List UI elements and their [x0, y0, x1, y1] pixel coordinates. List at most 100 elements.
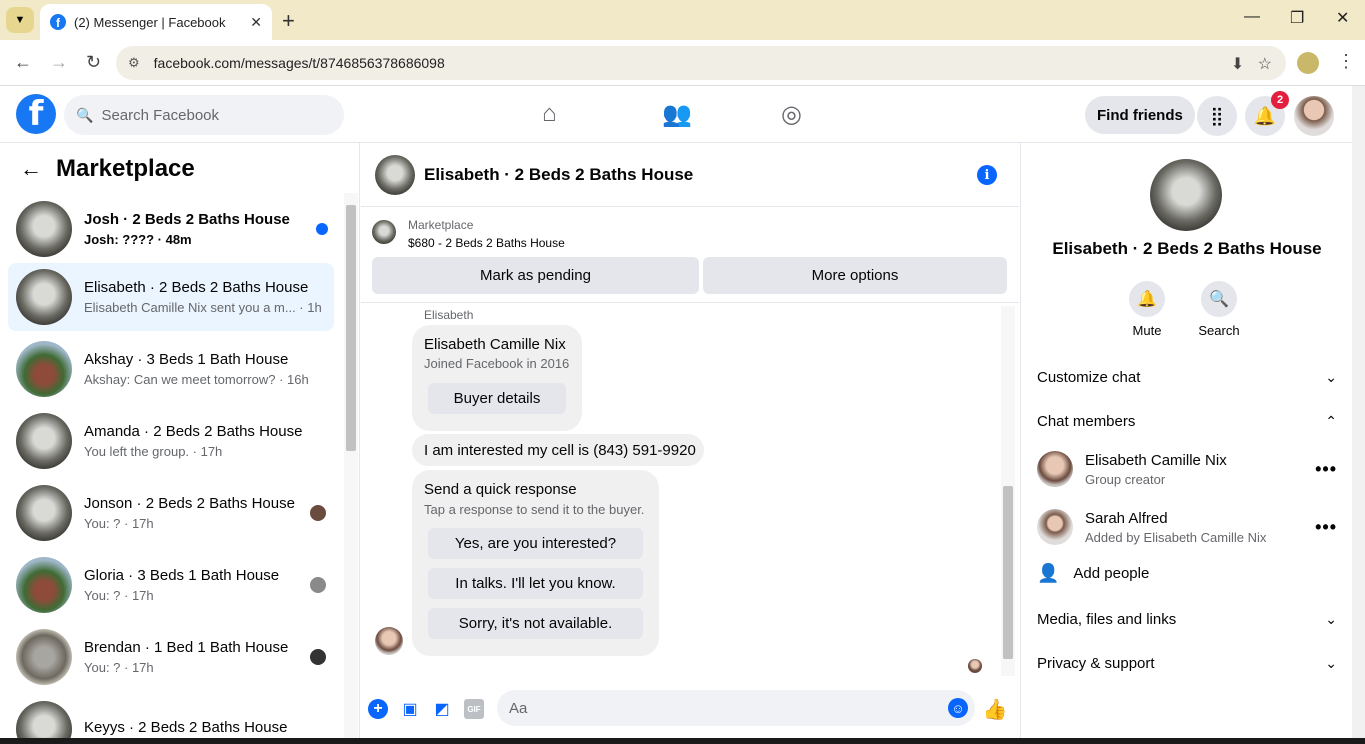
- conversation-item[interactable]: Akshay · 3 Beds 1 Bath House Akshay: Can …: [8, 335, 334, 403]
- conversation-item-active[interactable]: Elisabeth · 2 Beds 2 Baths House Elisabet…: [8, 263, 334, 331]
- conversation-item[interactable]: Josh · 2 Beds 2 Baths House Josh: ???? · …: [8, 195, 334, 263]
- listing-price[interactable]: $680 - 2 Beds 2 Baths House: [408, 236, 565, 250]
- conversation-item[interactable]: Gloria · 3 Beds 1 Bath House You: ? · 17h: [8, 551, 334, 619]
- restore-icon[interactable]: ❐: [1290, 8, 1304, 28]
- mute-button[interactable]: 🔔 Mute: [1117, 281, 1177, 338]
- close-window-icon[interactable]: ✕: [1336, 8, 1349, 28]
- listing-thumbnail[interactable]: [372, 220, 396, 244]
- sender-label: Elisabeth: [424, 308, 474, 322]
- listing-thumbnail: [16, 413, 72, 469]
- account-avatar[interactable]: [1294, 96, 1334, 136]
- back-arrow-icon[interactable]: ←: [20, 156, 42, 182]
- tab-strip: ▼ f (2) Messenger | Facebook ✕ + — ❐ ✕: [0, 0, 1365, 40]
- new-tab-icon[interactable]: +: [282, 8, 295, 34]
- emoji-icon[interactable]: ☺: [948, 698, 968, 718]
- scrollbar-thumb[interactable]: [1003, 486, 1013, 659]
- groups-icon[interactable]: ◎: [781, 100, 802, 129]
- mute-label: Mute: [1132, 323, 1162, 338]
- address-bar: ← → ↻ ⚙ facebook.com/messages/t/87468563…: [0, 40, 1365, 86]
- chat-header: Elisabeth · 2 Beds 2 Baths House i: [361, 143, 1019, 207]
- search-chat-button[interactable]: 🔍 Search: [1189, 281, 1249, 338]
- chat-members-section[interactable]: Chat members ⌃: [1037, 401, 1337, 441]
- reload-icon[interactable]: ↻: [86, 52, 101, 73]
- browser-tab[interactable]: f (2) Messenger | Facebook ✕: [40, 4, 272, 40]
- gif-icon[interactable]: GIF: [464, 699, 484, 719]
- message-bubble: I am interested my cell is (843) 591-992…: [412, 434, 704, 466]
- bookmark-star-icon[interactable]: ⬇ ☆: [1231, 54, 1272, 74]
- chat-title[interactable]: Elisabeth · 2 Beds 2 Baths House: [424, 165, 693, 185]
- chat-avatar[interactable]: [375, 154, 415, 195]
- search-label: Search: [1198, 323, 1240, 338]
- url-field[interactable]: ⚙ facebook.com/messages/t/87468563786860…: [116, 46, 1286, 80]
- back-icon[interactable]: ←: [14, 52, 32, 73]
- close-tab-icon[interactable]: ✕: [250, 14, 262, 31]
- notification-badge: 2: [1271, 91, 1289, 109]
- add-person-icon: 👤: [1037, 563, 1060, 583]
- member-row[interactable]: Sarah Alfred Added by Elisabeth Camille N…: [1037, 502, 1337, 552]
- info-icon[interactable]: i: [977, 165, 997, 185]
- section-label: Customize chat: [1037, 368, 1141, 386]
- friends-icon[interactable]: 👥: [662, 100, 692, 129]
- quick-response-hint: Tap a response to send it to the buyer.: [424, 502, 645, 517]
- message-input[interactable]: Aa ☺: [497, 690, 975, 726]
- more-options-icon[interactable]: •••: [1315, 459, 1337, 480]
- browser-profile-avatar[interactable]: [1297, 52, 1319, 74]
- scrollbar-thumb[interactable]: [346, 205, 356, 451]
- media-files-links-section[interactable]: Media, files and links ⌄: [1037, 599, 1337, 639]
- page-scrollbar[interactable]: [1352, 86, 1365, 744]
- find-friends-button[interactable]: Find friends: [1085, 96, 1195, 134]
- chat-details-name: Elisabeth · 2 Beds 2 Baths House: [1052, 239, 1322, 258]
- member-row[interactable]: Elisabeth Camille Nix Group creator •••: [1037, 444, 1337, 494]
- message-composer: + ▣ ◩ GIF Aa ☺ 👍: [361, 678, 1019, 744]
- forward-icon[interactable]: →: [50, 52, 68, 73]
- listing-source: Marketplace: [408, 218, 474, 232]
- chat-details-avatar[interactable]: [1150, 159, 1222, 231]
- member-avatar: [1037, 451, 1073, 487]
- conversation-item[interactable]: Keyys · 2 Beds 2 Baths House: [8, 695, 334, 744]
- browser-menu-icon[interactable]: ⋮: [1337, 51, 1355, 72]
- sticker-icon[interactable]: ◩: [432, 699, 452, 719]
- listing-thumbnail: [16, 269, 72, 325]
- listing-thumbnail: [16, 341, 72, 397]
- quick-response-button[interactable]: In talks. I'll let you know.: [428, 568, 643, 599]
- member-avatar: [1037, 509, 1073, 545]
- home-icon[interactable]: ⌂: [542, 100, 557, 128]
- photo-icon[interactable]: ▣: [400, 699, 420, 719]
- site-info-icon[interactable]: ⚙: [128, 55, 140, 71]
- conversation-name: Akshay · 3 Beds 1 Bath House: [84, 351, 289, 368]
- chevron-up-icon: ⌃: [1325, 412, 1337, 429]
- privacy-support-section[interactable]: Privacy & support ⌄: [1037, 643, 1337, 683]
- buyer-joined: Joined Facebook in 2016: [424, 356, 570, 371]
- thread-scrollbar[interactable]: [1001, 306, 1015, 676]
- message-thread: Elisabeth Elisabeth Camille Nix Joined F…: [361, 303, 1019, 678]
- more-options-button[interactable]: More options: [703, 257, 1007, 294]
- search-icon: 🔍: [1201, 281, 1237, 317]
- customize-chat-section[interactable]: Customize chat ⌄: [1037, 357, 1337, 397]
- sender-avatar[interactable]: [375, 627, 403, 655]
- conversation-item[interactable]: Jonson · 2 Beds 2 Baths House You: ? · 17…: [8, 479, 334, 547]
- seen-avatar: [310, 649, 326, 665]
- conversation-item[interactable]: Amanda · 2 Beds 2 Baths House You left th…: [8, 407, 334, 475]
- conversation-list-pane: ← Marketplace Josh · 2 Beds 2 Baths Hous…: [0, 143, 360, 744]
- url-text: facebook.com/messages/t/8746856378686098: [153, 55, 445, 71]
- seen-avatar: [310, 577, 326, 593]
- quick-response-button[interactable]: Sorry, it's not available.: [428, 608, 643, 639]
- buyer-name: Elisabeth Camille Nix: [424, 336, 566, 353]
- listing-banner: Marketplace $680 - 2 Beds 2 Baths House …: [361, 207, 1019, 303]
- plus-icon[interactable]: +: [368, 699, 388, 719]
- minimize-icon[interactable]: —: [1244, 8, 1260, 26]
- conversation-item[interactable]: Brendan · 1 Bed 1 Bath House You: ? · 17h: [8, 623, 334, 691]
- mark-as-pending-button[interactable]: Mark as pending: [372, 257, 699, 294]
- more-options-icon[interactable]: •••: [1315, 517, 1337, 538]
- menu-grid-icon[interactable]: ⣿: [1197, 96, 1237, 136]
- taskbar-edge: [0, 738, 1365, 744]
- like-thumb-icon[interactable]: 👍: [983, 699, 1008, 721]
- add-people-button[interactable]: 👤 Add people: [1037, 563, 1149, 584]
- facebook-logo-icon[interactable]: f: [16, 94, 56, 134]
- conversation-preview: Elisabeth Camille Nix sent you a m... · …: [84, 300, 322, 315]
- quick-response-button[interactable]: Yes, are you interested?: [428, 528, 643, 559]
- buyer-details-button[interactable]: Buyer details: [428, 383, 566, 414]
- tab-search-button[interactable]: ▼: [6, 7, 34, 33]
- search-input[interactable]: 🔍 Search Facebook: [64, 95, 344, 135]
- conversation-list-scrollbar[interactable]: [344, 193, 358, 744]
